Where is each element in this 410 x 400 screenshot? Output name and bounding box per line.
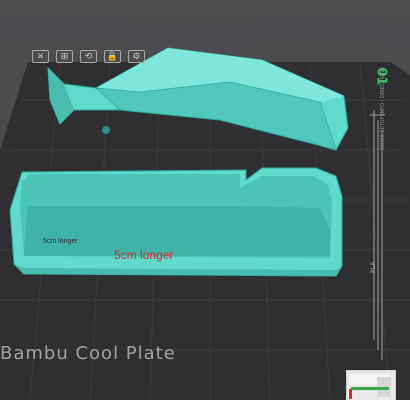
annotation-red-label: 5cm longer xyxy=(114,248,174,262)
plate-side-text: QUICK SETUP INFO / DIRECTIONS xyxy=(380,67,386,150)
orient-icon[interactable]: ⟲ xyxy=(80,50,97,63)
3d-viewport[interactable]: ✕ ⊞ ⟲ 🔒 ⚙ 01 QUICK SETUP INFO / DIRECTIO… xyxy=(0,0,410,400)
close-icon[interactable]: ✕ xyxy=(32,50,49,63)
settings-icon[interactable]: ⚙ xyxy=(128,50,145,63)
view-cube-y-axis xyxy=(351,387,389,390)
view-cube-icon[interactable] xyxy=(346,370,396,400)
lock-icon[interactable]: 🔒 xyxy=(104,50,121,63)
plate-brand-text: Bambu Cool Plate xyxy=(0,343,176,364)
annotation-small-label: 5cm longer xyxy=(43,238,78,245)
view-cube-x-axis xyxy=(349,389,352,399)
arrange-icon[interactable]: ⊞ xyxy=(56,50,73,63)
plate-type-label: PLA xyxy=(370,261,377,273)
plate-toolbar: ✕ ⊞ ⟲ 🔒 ⚙ xyxy=(32,50,145,64)
model-box[interactable] xyxy=(9,167,343,277)
